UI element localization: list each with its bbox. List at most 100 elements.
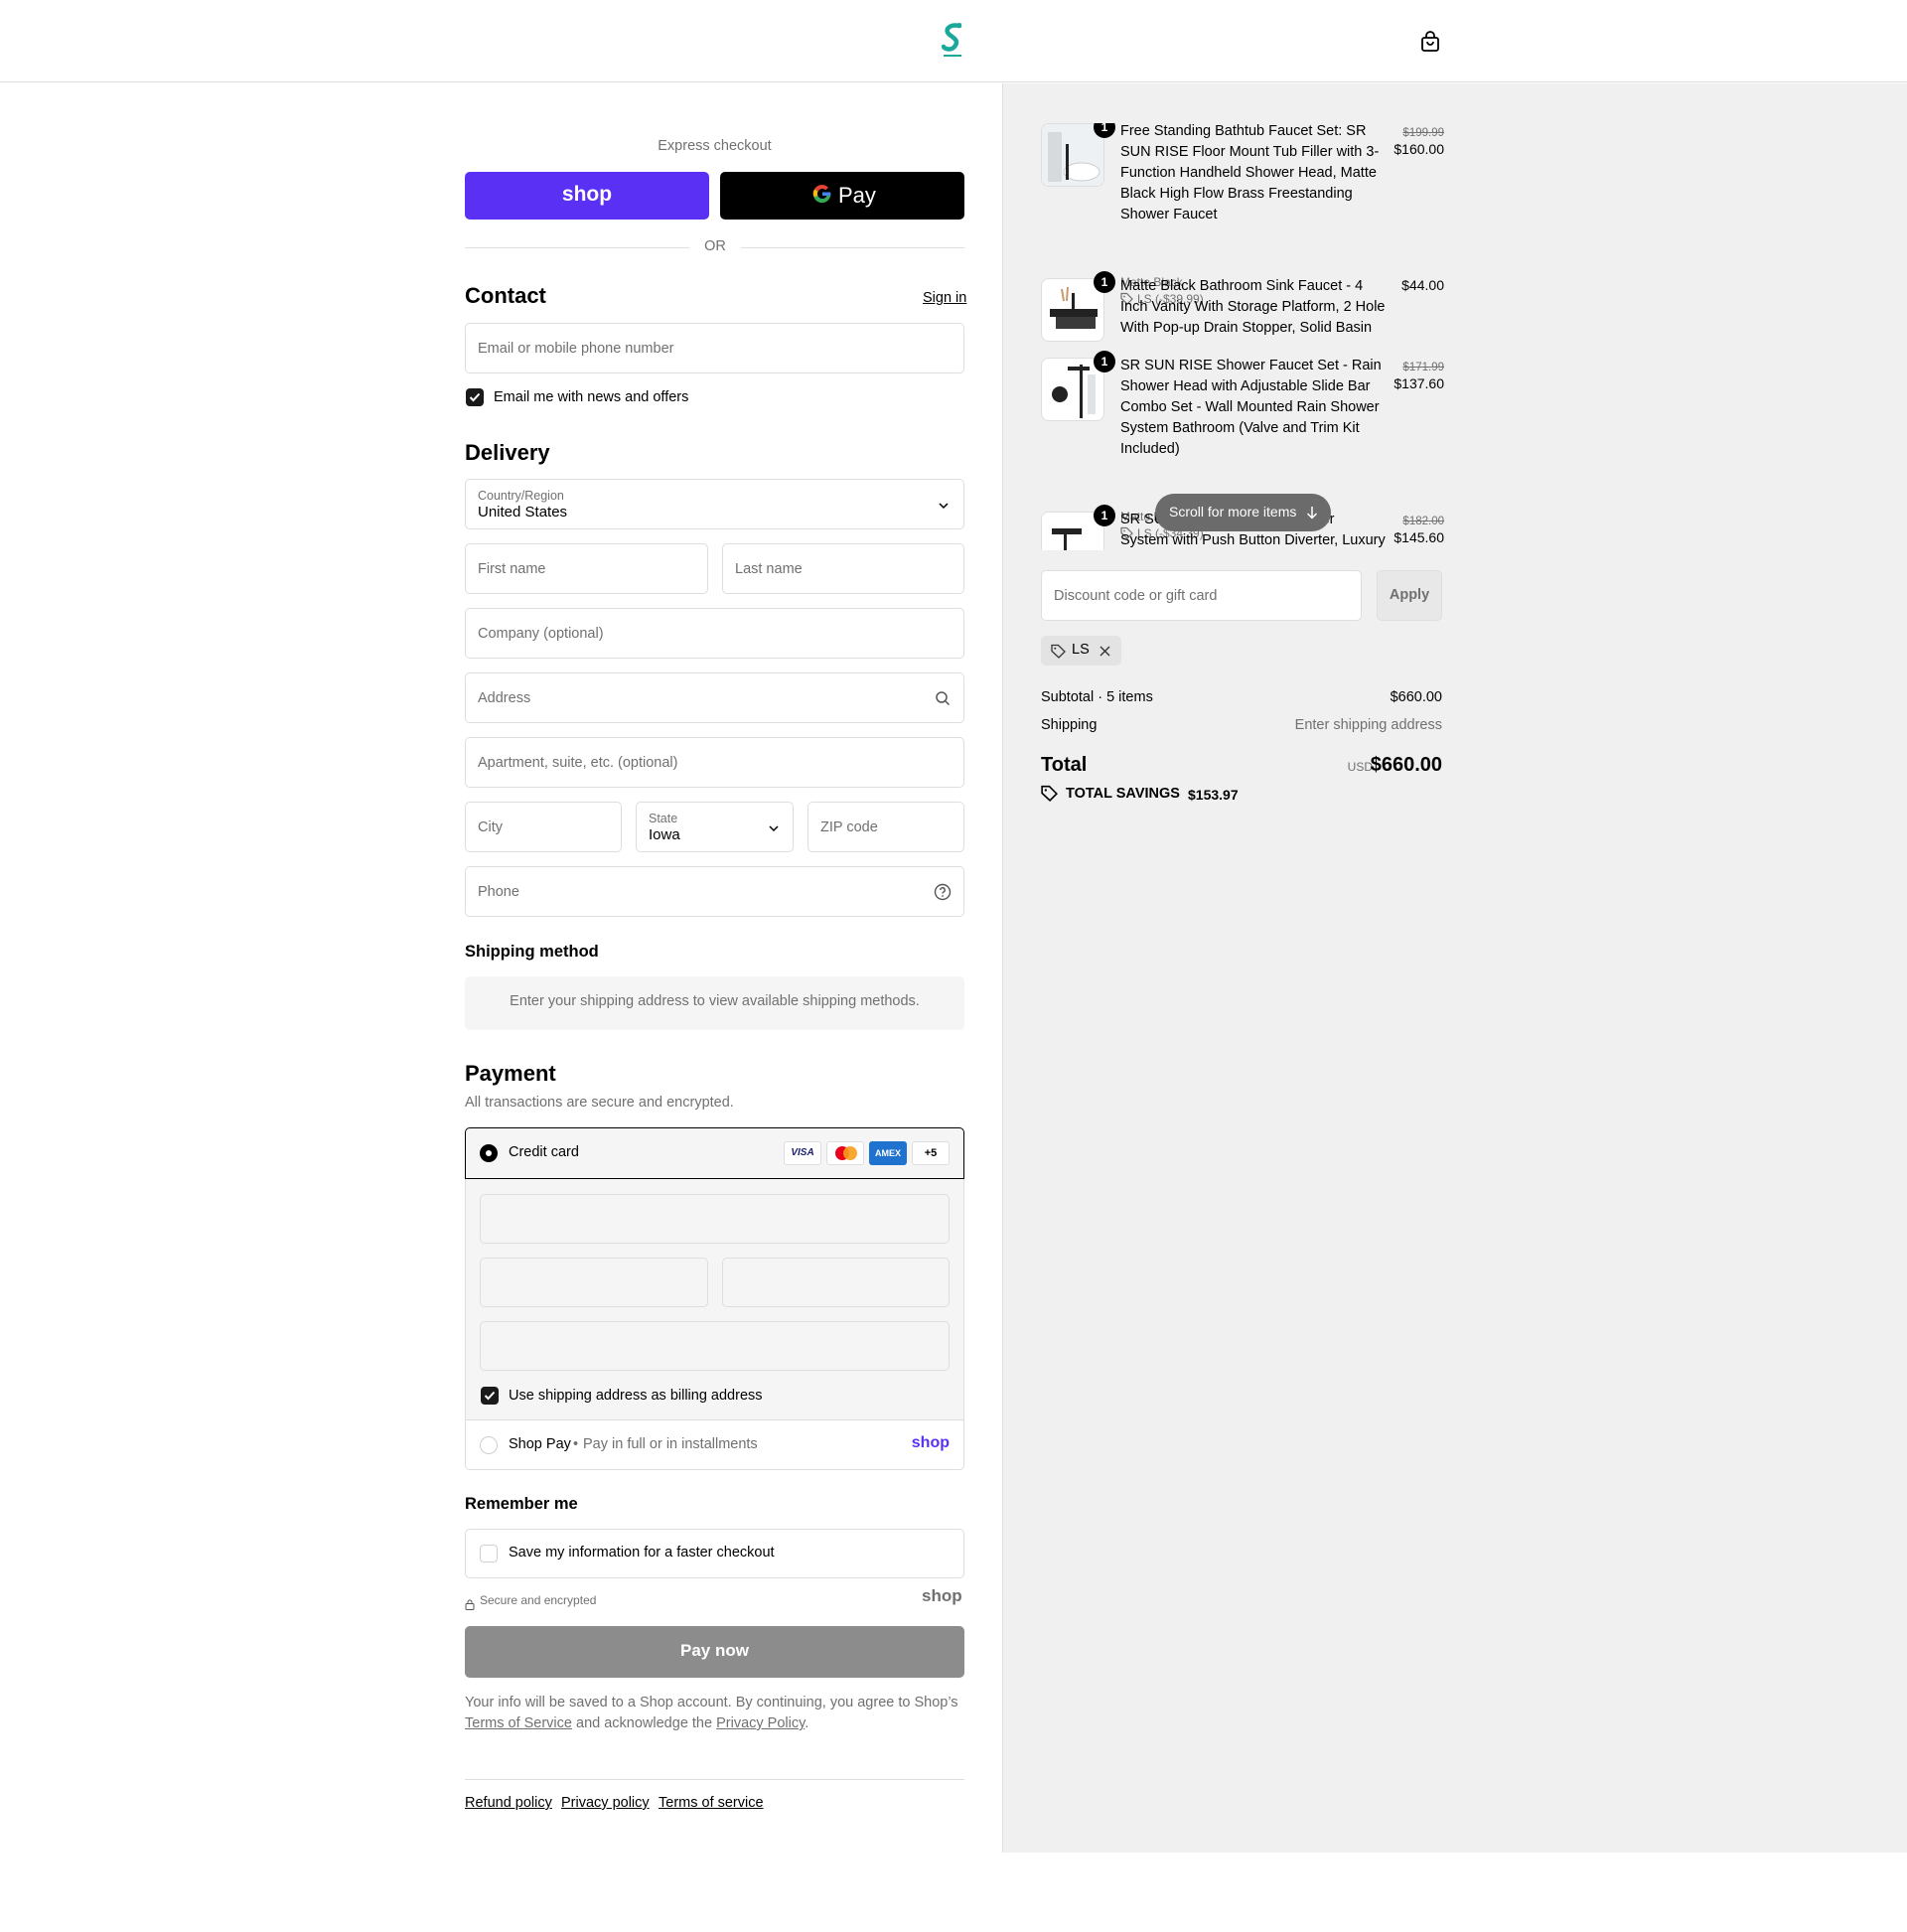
shipping-label: Shipping [1041, 717, 1098, 733]
apartment-field[interactable]: Apartment, suite, etc. (optional) [465, 737, 964, 788]
address-field[interactable]: Address [465, 672, 964, 723]
zip-placeholder: ZIP code [820, 818, 878, 835]
address-placeholder: Address [478, 689, 531, 706]
terms-link[interactable]: Terms of Service [465, 1715, 572, 1731]
shopping-bag-icon[interactable] [1418, 30, 1442, 54]
last-name-placeholder: Last name [735, 560, 803, 577]
search-icon [936, 691, 951, 706]
item-price: $137.60 [1394, 375, 1444, 391]
privacy-link[interactable]: Privacy Policy [716, 1715, 805, 1731]
remember-me-heading: Remember me [465, 1495, 578, 1513]
order-summary: 1 Free Standing Bathtub Faucet Set: SR S… [1002, 83, 1907, 1853]
visa-icon: VISA [784, 1141, 821, 1165]
zip-field[interactable]: ZIP code [807, 802, 964, 852]
payment-heading: Payment [465, 1061, 556, 1086]
tag-icon [1051, 644, 1066, 659]
shop-logo: shop [922, 1586, 962, 1605]
terms-of-service-link[interactable]: Terms of service [659, 1795, 764, 1811]
chevron-down-icon [939, 503, 949, 510]
close-icon[interactable] [1100, 646, 1110, 657]
express-checkout-label: Express checkout [658, 138, 772, 154]
email-field[interactable]: Email or mobile phone number [465, 323, 964, 373]
card-cvv-field[interactable] [722, 1258, 950, 1307]
shop-pay-radio[interactable] [480, 1436, 498, 1454]
item-original-price: $182.00 [1402, 516, 1444, 527]
scroll-more-button[interactable]: Scroll for more items [1155, 494, 1331, 531]
discount-code-field[interactable]: Discount code or gift card [1041, 570, 1362, 621]
arrow-down-icon [1306, 507, 1318, 520]
quantity-badge: 1 [1094, 271, 1115, 293]
checkout-form-column: Express checkout shop Pay OR Contact Sig… [0, 83, 1002, 1853]
payment-subtitle: All transactions are secure and encrypte… [465, 1095, 734, 1111]
subtotal-value: $660.00 [1390, 689, 1442, 705]
shipping-method-message: Enter your shipping address to view avai… [510, 993, 920, 1009]
google-pay-button[interactable]: Pay [720, 172, 964, 220]
item-original-price: $171.99 [1402, 362, 1444, 373]
legal-text-2: and acknowledge the [576, 1715, 713, 1731]
item-original-price: $199.99 [1402, 127, 1444, 139]
legal-text-1: Your info will be saved to a Shop accoun… [465, 1695, 958, 1710]
pay-now-label: Pay now [680, 1641, 749, 1660]
city-placeholder: City [478, 818, 503, 835]
pay-now-button[interactable]: Pay now [465, 1626, 964, 1678]
shop-pay-logo: shop [911, 1434, 950, 1451]
first-name-placeholder: First name [478, 560, 546, 577]
contact-heading: Contact [465, 283, 546, 308]
billing-address-checkbox[interactable] [481, 1387, 499, 1405]
company-field[interactable]: Company (optional) [465, 608, 964, 659]
save-info-label: Save my information for a faster checkou… [509, 1545, 775, 1560]
city-field[interactable]: City [465, 802, 622, 852]
news-checkbox[interactable] [466, 388, 484, 406]
mastercard-icon [826, 1141, 864, 1165]
help-icon[interactable] [934, 883, 952, 901]
state-select[interactable]: State Iowa [636, 802, 794, 852]
lock-icon [465, 1595, 475, 1610]
apply-discount-button[interactable]: Apply [1377, 570, 1442, 621]
store-logo[interactable] [941, 22, 963, 60]
country-value: United States [478, 504, 568, 520]
legal-period: . [805, 1715, 809, 1731]
total-savings-value: $153.97 [1188, 787, 1239, 803]
credit-card-option[interactable]: Credit card VISA AMEX +5 [465, 1127, 964, 1179]
sign-in-link[interactable]: Sign in [923, 290, 966, 306]
country-label: Country/Region [478, 489, 564, 503]
subtotal-label: Subtotal · 5 items [1041, 689, 1153, 705]
footer-divider [465, 1779, 964, 1780]
state-label: State [649, 812, 678, 825]
privacy-policy-link[interactable]: Privacy policy [561, 1795, 650, 1811]
total-value: $660.00 [1370, 754, 1442, 776]
delivery-heading: Delivery [465, 440, 550, 465]
applied-discount-tag: LS [1041, 636, 1121, 666]
card-name-field[interactable] [480, 1321, 950, 1371]
state-value: Iowa [649, 826, 680, 843]
shop-pay-option[interactable]: Shop Pay • Pay in full or in installment… [466, 1421, 963, 1469]
save-info-option[interactable]: Save my information for a faster checkou… [465, 1529, 964, 1578]
credit-card-radio[interactable] [480, 1144, 498, 1162]
card-number-field[interactable] [480, 1194, 950, 1244]
divider [741, 247, 964, 248]
refund-policy-link[interactable]: Refund policy [465, 1795, 552, 1811]
google-pay-label: Pay [838, 183, 876, 208]
company-placeholder: Company (optional) [478, 625, 604, 642]
total-label: Total [1041, 754, 1088, 776]
shop-pay-logo: shop [561, 183, 613, 206]
card-expiry-field[interactable] [480, 1258, 708, 1307]
first-name-field[interactable]: First name [465, 543, 708, 594]
email-placeholder: Email or mobile phone number [478, 340, 674, 357]
save-info-checkbox[interactable] [480, 1545, 498, 1562]
item-price: $160.00 [1394, 141, 1444, 157]
phone-field[interactable]: Phone [465, 866, 964, 917]
order-items-list[interactable]: 1 Free Standing Bathtub Faucet Set: SR S… [1041, 123, 1448, 550]
shipping-method-heading: Shipping method [465, 943, 599, 961]
amex-icon: AMEX [869, 1141, 907, 1165]
last-name-field[interactable]: Last name [722, 543, 964, 594]
legal-text: Your info will be saved to a Shop accoun… [465, 1693, 964, 1734]
shop-pay-note: Pay in full or in installments [583, 1436, 758, 1452]
scroll-more-label: Scroll for more items [1169, 504, 1297, 520]
bullet: • [573, 1436, 579, 1452]
shop-pay-label: Shop Pay [509, 1436, 571, 1452]
google-g-icon [811, 183, 835, 207]
discount-code-label: LS [1072, 642, 1090, 658]
country-select[interactable]: Country/Region United States [465, 479, 964, 529]
shop-pay-button[interactable]: shop [465, 172, 709, 220]
